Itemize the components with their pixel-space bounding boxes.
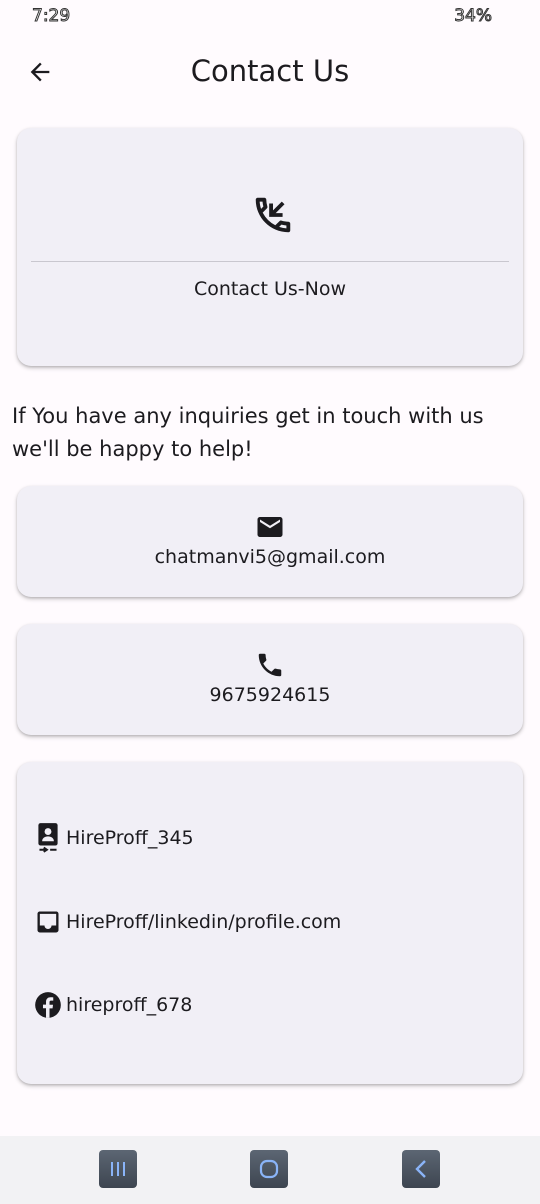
status-bar: 7:29 34% — [0, 0, 540, 34]
inbox-icon — [34, 906, 62, 938]
page-title: Contact Us — [190, 54, 350, 88]
social-links-card: HireProff_345 HireProff/linkedin/profile… — [17, 762, 523, 1084]
back-nav-button[interactable] — [402, 1150, 440, 1188]
contact-badge-icon — [34, 822, 62, 854]
email-address: chatmanvi5@gmail.com — [154, 546, 386, 568]
social-item-linkedin[interactable]: HireProff/linkedin/profile.com — [34, 906, 341, 938]
divider — [31, 261, 509, 262]
social-label: hireproff_678 — [66, 994, 193, 1016]
contact-now-card[interactable]: Contact Us-Now — [17, 128, 523, 366]
facebook-icon — [34, 989, 62, 1021]
email-icon — [255, 512, 285, 542]
phone-card[interactable]: 9675924615 — [17, 624, 523, 735]
recent-apps-button[interactable] — [99, 1150, 137, 1188]
home-button[interactable] — [250, 1150, 288, 1188]
app-bar: Contact Us — [0, 40, 540, 104]
back-chevron-icon — [415, 1160, 426, 1178]
status-time: 7:29 — [31, 6, 71, 27]
system-nav-bar — [0, 1136, 540, 1204]
phone-number: 9675924615 — [209, 684, 331, 706]
social-item-contact[interactable]: HireProff_345 — [34, 822, 194, 854]
intro-text: If You have any inquiries get in touch w… — [12, 404, 484, 461]
battery-level: 34% — [454, 6, 493, 27]
phone-icon — [255, 650, 285, 680]
social-label: HireProff/linkedin/profile.com — [66, 911, 342, 933]
email-card[interactable]: chatmanvi5@gmail.com — [17, 486, 523, 597]
social-item-facebook[interactable]: hireproff_678 — [34, 989, 192, 1021]
recent-apps-icon — [111, 1162, 125, 1176]
home-icon — [259, 1159, 279, 1179]
contact-now-label: Contact Us-Now — [194, 278, 346, 300]
social-label: HireProff_345 — [66, 827, 194, 849]
phone-callback-icon — [250, 192, 292, 240]
